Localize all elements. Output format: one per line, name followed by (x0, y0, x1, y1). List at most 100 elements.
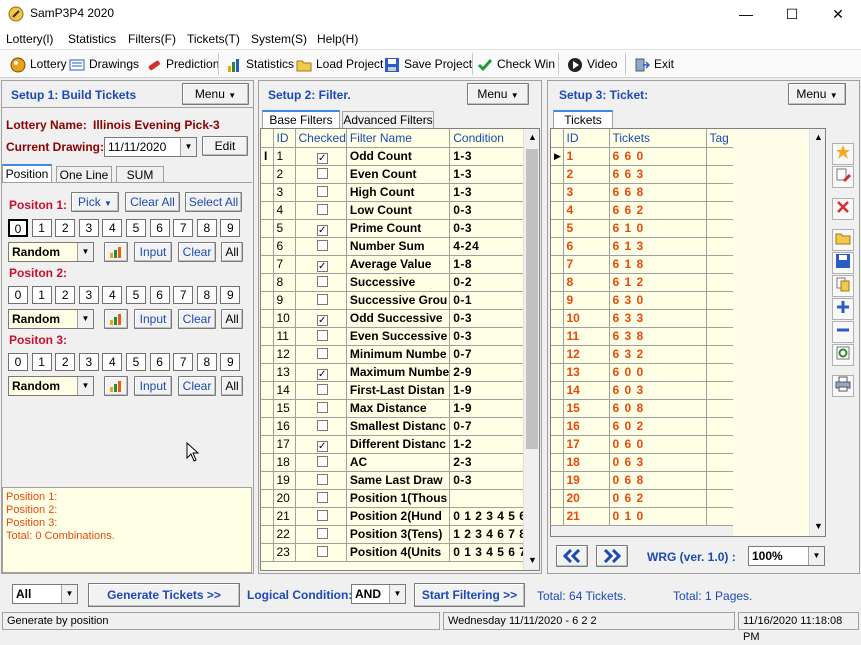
scroll-up-icon[interactable]: ▲ (814, 132, 823, 142)
ticket-row[interactable]: 46 6 2 (551, 201, 734, 220)
filter-condition[interactable]: 1 2 3 4 6 7 8 (449, 525, 528, 544)
ticket-row[interactable]: 18 0 6 3 (551, 453, 734, 472)
ticket-tag[interactable] (706, 435, 734, 454)
filter-condition[interactable]: 1-9 (449, 399, 528, 418)
previous-page-button[interactable] (556, 545, 588, 567)
filter-condition[interactable] (449, 489, 528, 508)
save-icon[interactable] (832, 252, 854, 274)
position3-digit-8-button[interactable]: 8 (196, 353, 217, 371)
filter-condition[interactable]: 1-2 (449, 435, 528, 454)
position2-digit-3-button[interactable]: 3 (78, 286, 99, 304)
filter-condition[interactable]: 0-3 (449, 327, 528, 346)
position1-digit-8-button[interactable]: 8 (196, 219, 217, 237)
ticket-row[interactable]: 15 6 0 8 (551, 399, 734, 418)
filter-checkbox[interactable] (316, 186, 328, 197)
ticket-tag[interactable] (706, 471, 734, 490)
position1-input-button[interactable]: Input (134, 242, 172, 262)
menu-tickets[interactable]: Tickets(T) (187, 32, 240, 46)
ticket-row[interactable]: 14 6 0 3 (551, 381, 734, 400)
edit-drawing-button[interactable]: Edit (202, 136, 248, 156)
delete-icon[interactable] (832, 198, 854, 220)
position2-all-button[interactable]: All (221, 309, 243, 329)
menu-statistics[interactable]: Statistics (68, 32, 116, 46)
position1-stats-button[interactable] (104, 242, 128, 262)
ticket-tag[interactable] (706, 147, 734, 166)
filter-row[interactable]: 13 ✓ Maximum Numbe 2-9 (261, 363, 528, 382)
position1-digit-7-button[interactable]: 7 (173, 219, 194, 237)
ticket-tag[interactable] (706, 273, 734, 292)
filter-checkbox[interactable]: ✓ (316, 315, 328, 326)
ticket-tag[interactable] (706, 489, 734, 508)
position2-digit-5-button[interactable]: 5 (126, 286, 146, 304)
save-project-tool[interactable]: Save Project (384, 55, 472, 73)
filter-checkbox[interactable] (316, 168, 328, 179)
filter-row[interactable]: 3 High Count 1-3 (261, 183, 528, 202)
position3-digit-9-button[interactable]: 9 (220, 353, 241, 371)
menu-lottery[interactable]: Lottery(l) (6, 32, 53, 46)
ticket-tag[interactable] (706, 201, 734, 220)
position1-mode-select[interactable]: Random ▼ (8, 242, 94, 262)
filter-row[interactable]: 18 AC 2-3 (261, 453, 528, 472)
filter-condition[interactable]: 0-2 (449, 273, 528, 292)
filter-row[interactable]: 17 ✓ Different Distanc 1-2 (261, 435, 528, 454)
ticket-tag[interactable] (706, 255, 734, 274)
ticket-tag[interactable] (706, 237, 734, 256)
position3-stats-button[interactable] (104, 376, 128, 396)
filter-condition[interactable]: 2-9 (449, 363, 528, 382)
position2-digit-0-button[interactable]: 0 (8, 286, 28, 304)
ticket-tag[interactable] (706, 345, 734, 364)
position3-input-button[interactable]: Input (134, 376, 172, 396)
column-header-id[interactable]: ID (273, 129, 296, 148)
filter-checkbox[interactable] (316, 330, 328, 341)
filter-row[interactable]: 5 ✓ Prime Count 0-3 (261, 219, 528, 238)
position1-digit-2-button[interactable]: 2 (55, 219, 76, 237)
filter-checkbox[interactable] (316, 510, 328, 521)
setup3-menu-button[interactable]: Menu ▼ (788, 83, 846, 105)
ticket-row[interactable]: 19 0 6 8 (551, 471, 734, 490)
ticket-tag[interactable] (706, 165, 734, 184)
position3-digit-7-button[interactable]: 7 (173, 353, 194, 371)
filter-checkbox[interactable] (316, 384, 328, 395)
position2-digit-2-button[interactable]: 2 (55, 286, 76, 304)
filter-checkbox[interactable]: ✓ (316, 153, 328, 164)
minimize-button[interactable]: — (723, 0, 769, 28)
logical-condition-select[interactable]: AND ▼ (351, 584, 406, 604)
clear-brush-icon[interactable] (832, 166, 854, 188)
filter-condition[interactable]: 1-8 (449, 255, 528, 274)
position2-mode-select[interactable]: Random ▼ (8, 309, 94, 329)
ticket-row[interactable]: 20 0 6 2 (551, 489, 734, 508)
filter-checkbox[interactable] (316, 204, 328, 215)
lottery-tool[interactable]: Lottery (10, 55, 67, 73)
filter-condition[interactable]: 1-3 (449, 183, 528, 202)
maximize-button[interactable]: ☐ (769, 0, 815, 28)
filter-row[interactable]: 23 Position 4(Units 0 1 3 4 5 6 7 (261, 543, 528, 562)
position3-digit-3-button[interactable]: 3 (78, 353, 99, 371)
open-folder-icon[interactable] (832, 229, 854, 251)
filter-checkbox[interactable]: ✓ (316, 441, 328, 452)
print-icon[interactable] (832, 375, 854, 397)
refresh-icon[interactable] (832, 344, 854, 366)
statistics-tool[interactable]: Statistics (226, 55, 294, 73)
ticket-tag[interactable] (706, 453, 734, 472)
tab-base-filters[interactable]: Base Filters (262, 110, 340, 128)
drawings-tool[interactable]: Drawings (69, 55, 139, 73)
setup1-menu-button[interactable]: Menu ▼ (182, 83, 249, 105)
position3-digit-5-button[interactable]: 5 (126, 353, 146, 371)
position2-stats-button[interactable] (104, 309, 128, 329)
ticket-tag[interactable] (706, 363, 734, 382)
position3-clear-button[interactable]: Clear (178, 376, 216, 396)
position3-digit-1-button[interactable]: 1 (31, 353, 52, 371)
menu-filters[interactable]: Filters(F) (128, 32, 176, 46)
filter-row[interactable]: 9 Successive Grou 0-1 (261, 291, 528, 310)
lucky-star-icon[interactable] (832, 143, 854, 165)
ticket-tag[interactable] (706, 381, 734, 400)
column-header-tag[interactable]: Tag (706, 129, 734, 148)
filters-scrollbar[interactable]: ▲ ▼ (523, 129, 539, 570)
filter-row[interactable]: 16 Smallest Distanc 0-7 (261, 417, 528, 436)
tab-tickets[interactable]: Tickets (553, 110, 613, 128)
ticket-tag[interactable] (706, 327, 734, 346)
filter-condition[interactable]: 1-9 (449, 381, 528, 400)
filter-row[interactable]: 11 Even Successive 0-3 (261, 327, 528, 346)
filter-checkbox[interactable] (316, 240, 328, 251)
filter-checkbox[interactable] (316, 492, 328, 503)
